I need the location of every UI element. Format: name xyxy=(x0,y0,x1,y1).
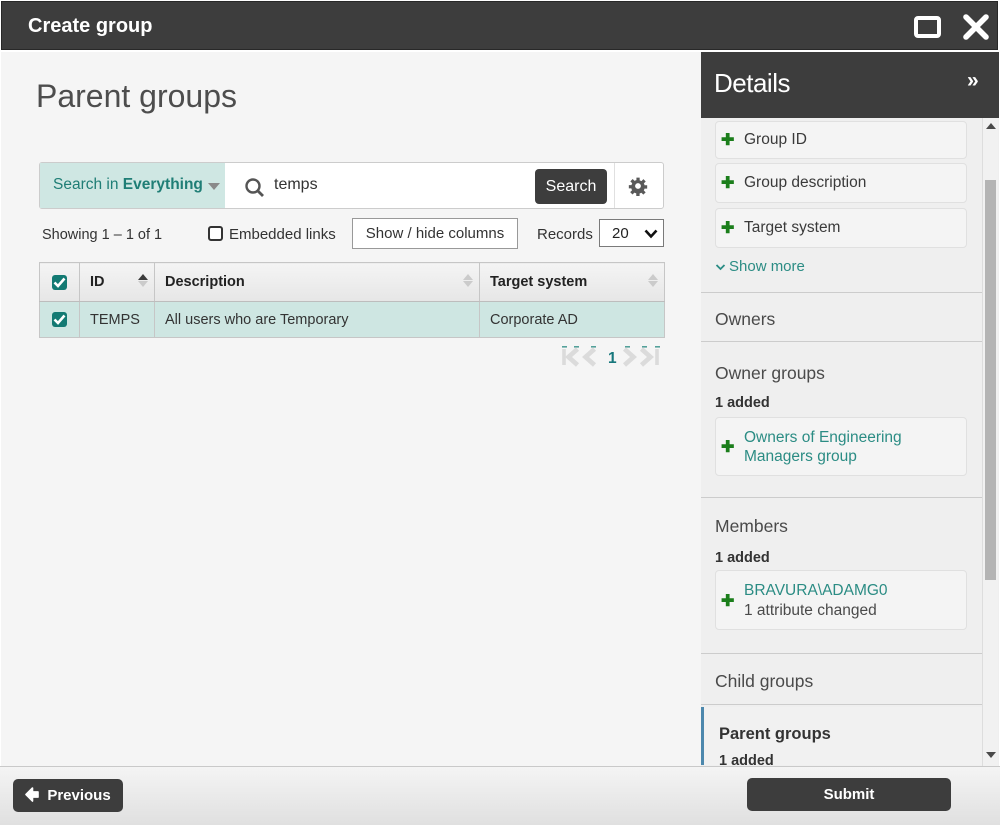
svg-text:1: 1 xyxy=(608,350,617,367)
